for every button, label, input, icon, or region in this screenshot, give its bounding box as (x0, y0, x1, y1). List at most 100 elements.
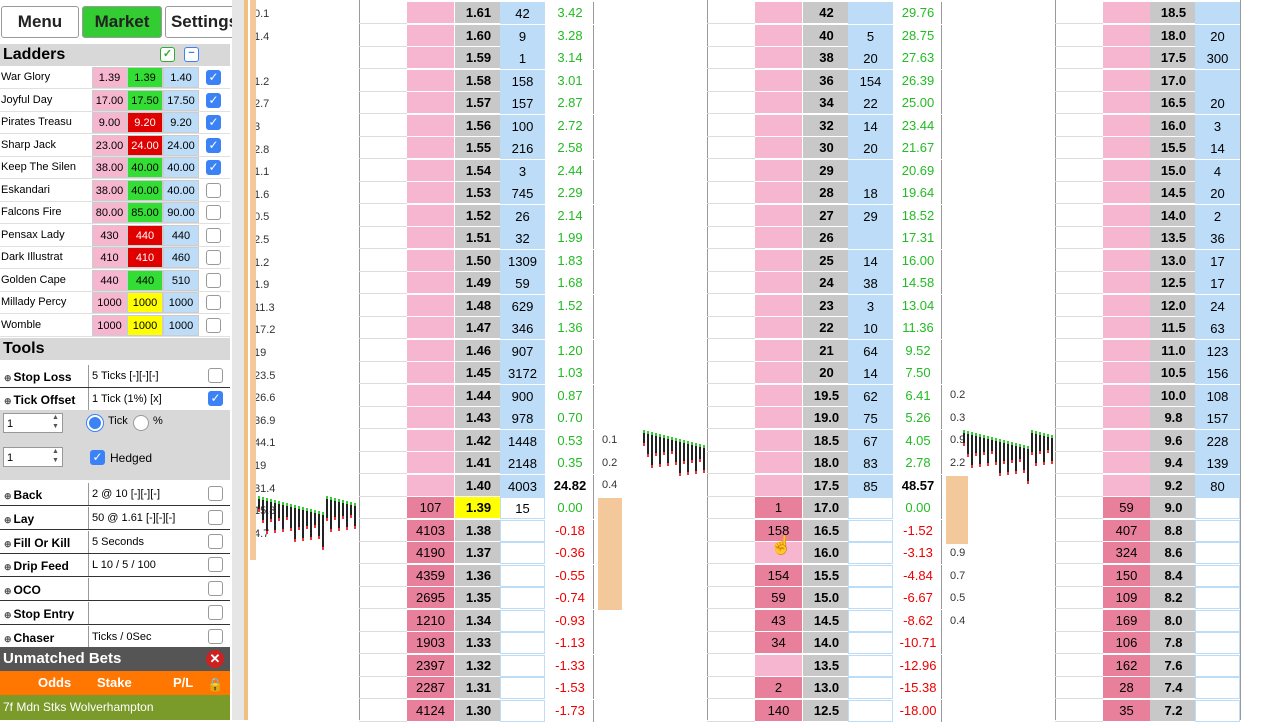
back-cell[interactable]: 407 (1103, 519, 1150, 542)
lay-cell[interactable]: 3 (848, 294, 893, 317)
lay-cell[interactable]: 228 (1195, 429, 1240, 452)
lay-cell[interactable]: 158 (500, 69, 545, 92)
back-cell[interactable]: 35 (1103, 699, 1150, 722)
runner-lay-price[interactable]: 1.40 (163, 67, 199, 88)
runner-lay-price[interactable]: 460 (163, 247, 199, 268)
lay-cell[interactable]: 1448 (500, 429, 545, 452)
runner-checkbox[interactable]: ✓ (206, 160, 221, 175)
lay-cell[interactable] (500, 587, 545, 609)
back-cell[interactable]: 59 (1103, 497, 1150, 519)
back-cell[interactable] (1103, 114, 1150, 137)
lay-cell[interactable] (1195, 609, 1240, 632)
back-cell[interactable] (407, 227, 454, 249)
back-cell[interactable] (755, 24, 802, 47)
runner-back-price[interactable]: 9.00 (92, 112, 127, 133)
expand-icon[interactable]: ⊕ (4, 562, 12, 572)
runner-back-price[interactable]: 430 (92, 224, 127, 246)
panel-scrollbar[interactable] (232, 0, 244, 720)
tool-row[interactable]: ⊕ Tick Offset 1 Tick (1%) [x] ✓ (0, 388, 230, 411)
lay-cell[interactable] (500, 519, 545, 542)
tool-row[interactable]: ⊕ Fill Or Kill 5 Seconds (0, 530, 230, 554)
back-cell[interactable] (1103, 474, 1150, 497)
back-cell[interactable] (755, 69, 802, 92)
runner-back-price[interactable]: 1000 (92, 314, 127, 336)
runner-row[interactable]: Dark Illustrat 410 410 460 (0, 247, 230, 269)
tool-value[interactable] (88, 578, 203, 601)
runner-row[interactable]: Eskandari 38.00 40.00 40.00 (0, 179, 230, 202)
back-cell[interactable] (407, 384, 454, 407)
tick-radio[interactable] (87, 415, 103, 431)
lay-cell[interactable]: 300 (1195, 47, 1240, 69)
back-cell[interactable] (1103, 317, 1150, 339)
tool-row[interactable]: ⊕ Stop Entry (0, 602, 230, 625)
runner-lay-price[interactable]: 40.00 (163, 179, 199, 201)
runner-lay-price[interactable]: 90.00 (163, 202, 199, 223)
runner-row[interactable]: Pirates Treasu 9.00 9.20 9.20 ✓ (0, 112, 230, 134)
back-cell[interactable]: 1210 (407, 609, 454, 632)
lay-cell[interactable]: 20 (848, 137, 893, 159)
lay-cell[interactable]: 216 (500, 137, 545, 159)
runner-row[interactable]: Pensax Lady 430 440 440 (0, 224, 230, 247)
lay-cell[interactable]: 157 (500, 92, 545, 114)
lay-cell[interactable] (500, 677, 545, 699)
lay-cell[interactable] (500, 654, 545, 677)
back-cell[interactable] (407, 362, 454, 384)
back-cell[interactable] (755, 474, 802, 497)
lay-cell[interactable]: 18 (848, 182, 893, 204)
tool-checkbox[interactable] (208, 509, 223, 525)
back-cell[interactable] (755, 362, 802, 384)
lay-cell[interactable]: 2148 (500, 452, 545, 474)
lay-cell[interactable] (848, 609, 893, 632)
expand-icon[interactable]: ⊕ (4, 610, 12, 620)
lay-cell[interactable]: 63 (1195, 317, 1240, 339)
back-cell[interactable]: 4103 (407, 519, 454, 542)
back-cell[interactable] (407, 137, 454, 159)
back-cell[interactable] (407, 249, 454, 272)
runner-row[interactable]: Falcons Fire 80.00 85.00 90.00 (0, 202, 230, 224)
lay-cell[interactable]: 22 (848, 92, 893, 114)
lay-cell[interactable] (1195, 497, 1240, 519)
lay-cell[interactable]: 1309 (500, 249, 545, 272)
back-cell[interactable] (755, 452, 802, 474)
lay-cell[interactable]: 4 (1195, 159, 1240, 182)
back-cell[interactable] (407, 339, 454, 362)
runner-back-price[interactable]: 38.00 (92, 157, 127, 178)
lay-cell[interactable]: 978 (500, 407, 545, 429)
lay-cell[interactable]: 42 (500, 2, 545, 24)
lay-cell[interactable]: 108 (1195, 384, 1240, 407)
tool-value[interactable]: 50 @ 1.61 [-][-][-] (88, 506, 203, 529)
back-cell[interactable] (755, 654, 802, 677)
lay-cell[interactable] (848, 564, 893, 587)
runner-row[interactable]: Millady Percy 1000 1000 1000 (0, 292, 230, 314)
back-cell[interactable] (407, 204, 454, 227)
lay-cell[interactable]: 80 (1195, 474, 1240, 497)
runner-lay-price[interactable]: 17.50 (163, 89, 199, 111)
back-cell[interactable] (1103, 47, 1150, 69)
tool-value[interactable] (88, 602, 203, 624)
back-cell[interactable] (755, 339, 802, 362)
lay-cell[interactable] (1195, 564, 1240, 587)
back-cell[interactable] (1103, 182, 1150, 204)
back-cell[interactable] (407, 114, 454, 137)
runner-checkbox[interactable] (206, 182, 221, 198)
lay-cell[interactable]: 139 (1195, 452, 1240, 474)
lay-cell[interactable] (500, 699, 545, 722)
lay-cell[interactable] (1195, 699, 1240, 722)
lay-cell[interactable] (848, 497, 893, 519)
lay-cell[interactable] (500, 632, 545, 654)
tool-checkbox[interactable]: ✓ (208, 391, 223, 406)
back-cell[interactable]: 2 (755, 677, 802, 699)
lay-cell[interactable] (848, 699, 893, 722)
lay-cell[interactable] (848, 542, 893, 564)
back-cell[interactable] (407, 407, 454, 429)
back-cell[interactable] (1103, 339, 1150, 362)
back-cell[interactable]: 140 (755, 699, 802, 722)
lay-cell[interactable] (848, 519, 893, 542)
back-cell[interactable]: 59 (755, 587, 802, 609)
runner-back-price[interactable]: 410 (92, 247, 127, 268)
runner-back-price[interactable]: 1.39 (92, 67, 127, 88)
back-cell[interactable] (1103, 407, 1150, 429)
back-cell[interactable]: 34 (755, 632, 802, 654)
back-cell[interactable] (755, 2, 802, 24)
back-cell[interactable] (407, 474, 454, 497)
